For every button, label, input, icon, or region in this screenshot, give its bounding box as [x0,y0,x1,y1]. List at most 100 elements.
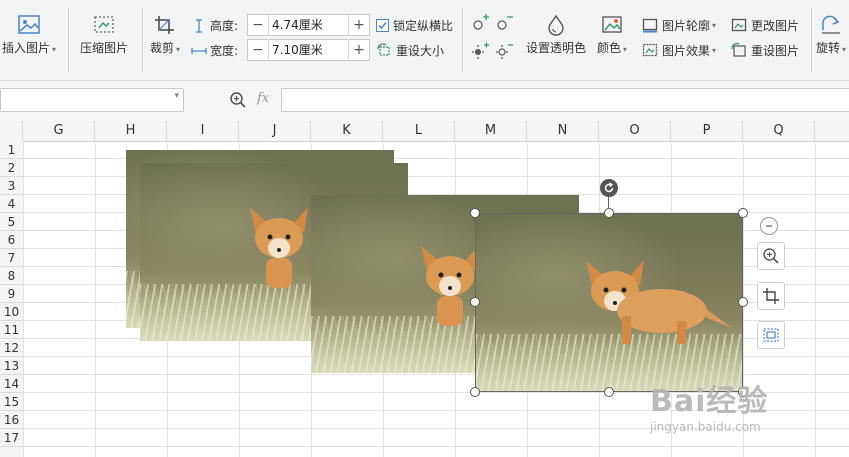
brightness-decrease-icon [497,16,513,30]
contrast-increase-button[interactable] [470,42,490,60]
height-icon [196,18,202,33]
column-header[interactable]: Q [743,121,815,141]
rotate-button[interactable]: 旋转 ▾ [816,14,846,56]
height-stepper[interactable]: − 4.74厘米 + [247,14,370,36]
picture-icon [18,15,40,34]
height-increase-button[interactable]: + [349,15,369,35]
resize-handle-left[interactable] [470,297,480,307]
row-header[interactable]: 16 [0,411,23,429]
column-header-bar: G H I J K L M N O P Q [0,121,849,142]
width-decrease-button[interactable]: − [248,40,268,60]
resize-handle-top-right[interactable] [738,208,748,218]
change-picture-button[interactable]: 更改图片 [731,17,799,34]
row-header[interactable]: 12 [0,339,23,357]
contrast-increase-icon [472,42,489,59]
checkbox-checked-icon [376,19,389,32]
name-box[interactable]: ▾ [0,88,184,112]
brightness-increase-button[interactable] [470,14,490,32]
rotate-icon [604,182,614,193]
separator [142,8,143,72]
fx-label[interactable]: fx [257,91,269,106]
picture-layout-button[interactable] [757,321,785,349]
contrast-decrease-icon [496,44,513,59]
set-transparent-color-button[interactable]: 设置透明色 [526,14,586,56]
column-header[interactable]: N [527,121,599,141]
row-header[interactable]: 6 [0,231,23,249]
resize-handle-right[interactable] [738,297,748,307]
formula-bar: ▾ fx [0,81,849,122]
column-header[interactable]: P [671,121,743,141]
width-input[interactable]: 7.10厘米 [268,40,349,60]
picture-outline-button[interactable]: 图片轮廓 ▾ [642,17,716,34]
brightness-decrease-button[interactable] [494,14,514,32]
zoom-in-icon [763,248,779,264]
insert-picture-button[interactable]: 插入图片 ▾ [2,14,56,56]
compress-picture-button[interactable]: 压缩图片 [80,14,128,56]
row-header[interactable]: 2 [0,159,23,177]
crop-button[interactable]: 裁剪 ▾ [150,14,180,56]
contrast-decrease-button[interactable] [494,42,514,60]
row-header-bar: 1 2 3 4 5 6 7 8 9 10 11 12 13 14 15 16 1… [0,141,24,457]
row-header[interactable]: 9 [0,285,23,303]
select-all-corner[interactable] [0,121,23,141]
row-header[interactable]: 13 [0,357,23,375]
row-header[interactable]: 17 [0,429,23,447]
column-header[interactable]: O [599,121,671,141]
width-increase-button[interactable]: + [349,40,369,60]
zoom-picture-button[interactable] [757,242,785,270]
column-header[interactable]: K [311,121,383,141]
fox-image [586,260,732,344]
column-header[interactable]: G [23,121,95,141]
picture-effect-button[interactable]: 图片效果 ▾ [642,42,716,59]
column-header[interactable]: I [167,121,239,141]
row-header[interactable]: 14 [0,375,23,393]
reset-picture-icon [731,43,746,57]
row-header[interactable]: 10 [0,303,23,321]
layout-icon [763,328,779,342]
column-header[interactable]: H [95,121,167,141]
row-header[interactable]: 8 [0,267,23,285]
row-header[interactable]: 15 [0,393,23,411]
row-header[interactable]: 1 [0,141,23,159]
resize-handle-top[interactable] [604,208,614,218]
reset-size-button[interactable]: 重设大小 [376,42,444,59]
rotate-handle[interactable] [600,179,618,197]
width-stepper[interactable]: − 7.10厘米 + [247,39,370,61]
fox-picture-selected[interactable] [475,213,743,392]
height-input[interactable]: 4.74厘米 [268,15,349,35]
column-header[interactable]: M [455,121,527,141]
reset-picture-button[interactable]: 重设图片 [731,42,799,59]
collapse-toolbar-button[interactable] [760,217,778,235]
zoom-icon[interactable] [229,91,247,109]
width-label: 宽度: [191,42,238,59]
water-drop-icon [548,14,564,36]
compress-icon [94,16,114,33]
row-header[interactable]: 3 [0,177,23,195]
row-header[interactable]: 7 [0,249,23,267]
separator [811,8,812,72]
crop-picture-button[interactable] [757,282,785,310]
rotate-icon [822,15,841,34]
watermark: Bai经验 jingyan.baidu.com [650,384,769,434]
resize-handle-top-left[interactable] [470,208,480,218]
crop-icon [155,16,175,34]
resize-handle-bottom-left[interactable] [470,387,480,397]
color-button[interactable]: 颜色 ▾ [597,14,627,56]
chevron-down-icon[interactable]: ▾ [174,91,179,101]
formula-input[interactable] [281,88,849,112]
row-header[interactable]: 4 [0,195,23,213]
effect-icon [642,43,658,57]
column-header[interactable]: L [383,121,455,141]
fox-image [250,207,308,288]
color-picture-icon [602,16,622,33]
height-decrease-button[interactable]: − [248,15,268,35]
column-header[interactable]: J [239,121,311,141]
row-header[interactable]: 5 [0,213,23,231]
lock-ratio-checkbox[interactable]: 锁定纵横比 [376,17,453,34]
minus-icon [766,225,772,227]
crop-icon [763,288,779,304]
row-header[interactable]: 11 [0,321,23,339]
ribbon-toolbar: 插入图片 ▾ 压缩图片 裁剪 ▾ 高度: − 4.74厘米 + 宽度: − 7.10… [0,0,849,81]
separator [68,8,69,72]
resize-handle-bottom[interactable] [604,387,614,397]
